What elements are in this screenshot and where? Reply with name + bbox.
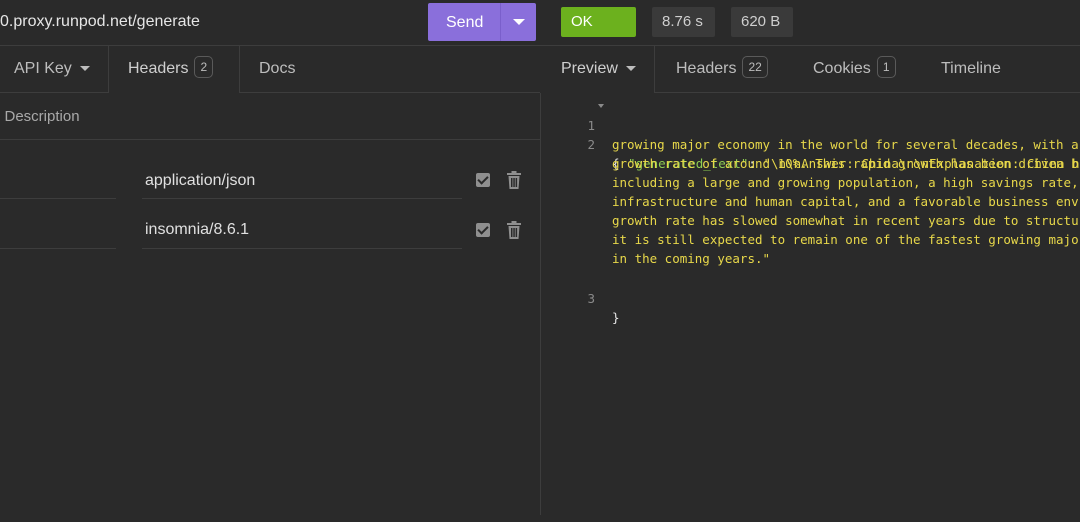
line-number: 3 [587,291,595,306]
send-divider [500,3,501,41]
tab-preview-label: Preview [561,60,618,77]
send-label: Send [446,14,484,31]
fold-chevron-down-icon[interactable] [598,104,604,108]
response-size-badge: 620 B [731,7,793,37]
response-headers-count-badge: 22 [742,55,768,78]
tab-response-headers[interactable]: Headers 22 [676,46,768,92]
url-input[interactable]: 0.proxy.runpod.net/generate [0,13,200,31]
code-line: 2 "generated_text": "\n\nAnswer: China\n… [541,116,1080,171]
code-line: growing major economy in the world for s… [541,135,1080,154]
code-line: growth rate has slowed somewhat in recen… [541,211,1080,230]
code-line: including a large and growing population… [541,173,1080,192]
header-row: insomnia/8.6.1 [0,210,540,258]
code-line: in the coming years." [541,249,1080,268]
header-value-underline [142,198,462,199]
header-name-field[interactable] [0,198,116,199]
header-enabled-checkbox[interactable] [476,223,490,237]
status-badge: 200 OK [561,7,636,37]
header-row: application/json [0,160,540,208]
tab-headers[interactable]: Headers 2 [108,46,240,93]
json-string: in the coming years." [612,251,771,266]
headers-count-badge: 2 [194,55,214,78]
header-value-underline [142,248,462,249]
send-button[interactable]: Send [428,3,536,41]
json-string: it is still expected to remain one of th… [612,232,1079,247]
status-text: OK [571,13,593,30]
tab-response-headers-label: Headers [676,60,737,77]
chevron-down-icon [625,66,636,72]
response-time-badge: 8.76 s [652,7,715,37]
tab-auth-label: API Key [14,60,72,77]
tab-timeline[interactable]: Timeline [941,46,1001,92]
response-tabs: Preview Headers 22 Cookies 1 Timeline [540,46,1080,93]
chevron-down-icon [79,66,90,72]
code-line: 3 } [541,270,1080,325]
trash-icon[interactable] [506,221,522,239]
code-line: infrastructure and human capital, and a … [541,192,1080,211]
json-string: including a large and growing population… [612,175,1079,190]
tab-cookies-label: Cookies [813,60,871,77]
description-bar[interactable]: e Description [0,93,540,140]
request-tabs: API Key Headers 2 Docs [0,46,540,93]
code-line: it is still expected to remain one of th… [541,230,1080,249]
description-toggle[interactable]: e Description [0,108,80,125]
cookies-count-badge: 1 [876,55,896,78]
json-string: growing major economy in the world for s… [612,137,1079,152]
request-bar: 0.proxy.runpod.net/generate Send 200 OK … [0,0,1080,46]
header-value-field[interactable]: insomnia/8.6.1 [145,221,249,239]
code-line: growth rate of around 10%. This rapid gr… [541,154,1080,173]
close-brace: } [612,310,620,325]
header-name-field[interactable] [0,248,116,249]
header-enabled-checkbox[interactable] [476,173,490,187]
tab-headers-label: Headers [128,60,189,77]
json-string: infrastructure and human capital, and a … [612,194,1079,209]
tab-preview[interactable]: Preview [540,46,655,93]
tab-docs[interactable]: Docs [259,46,295,92]
code-line: 1 { [541,97,1080,171]
header-value-field[interactable]: application/json [145,172,255,190]
tab-auth[interactable]: API Key [14,46,90,92]
send-options-chevron-down-icon[interactable] [513,19,525,25]
trash-icon[interactable] [506,171,522,189]
response-body-viewer[interactable]: 1 { 2 "generated_text": "\n\nAnswer: Chi… [541,93,1080,515]
tab-cookies[interactable]: Cookies 1 [813,46,896,92]
json-string: growth rate of around 10%. This rapid gr… [612,156,1079,171]
json-string: growth rate has slowed somewhat in recen… [612,213,1079,228]
